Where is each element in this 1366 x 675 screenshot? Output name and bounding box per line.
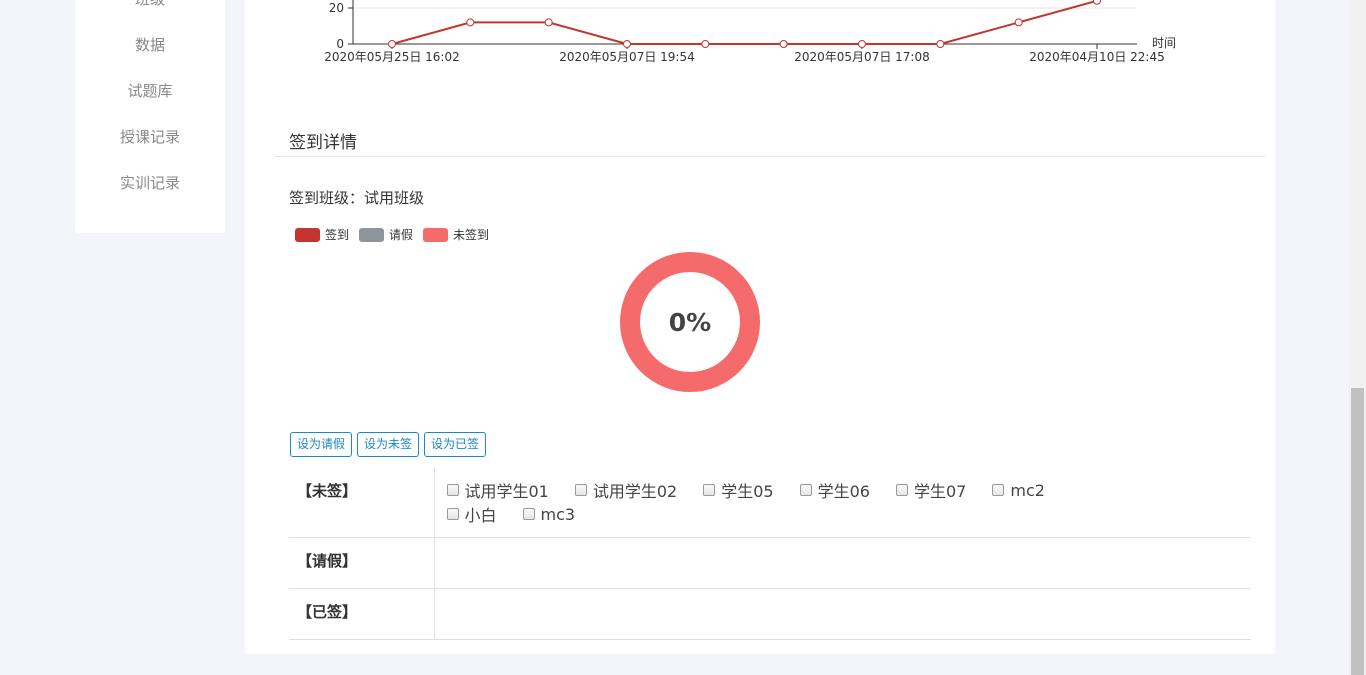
- data-point[interactable]: [936, 40, 945, 48]
- sidebar-item-teaching-records[interactable]: 授课记录: [75, 126, 225, 147]
- section-title: 签到详情: [289, 133, 357, 153]
- checkbox[interactable]: [574, 484, 587, 496]
- legend-item-unsigned[interactable]: 未签到: [423, 226, 489, 243]
- donut-percent: 0%: [669, 308, 711, 337]
- student-checkbox-item[interactable]: 小白: [446, 502, 497, 526]
- student-name: mc2: [1010, 480, 1045, 500]
- group-label-signed: 【已签】: [289, 588, 435, 640]
- section-divider: [275, 156, 1265, 157]
- student-name: 试用学生02: [592, 482, 678, 501]
- student-checkbox-item[interactable]: mc2: [992, 478, 1045, 502]
- attendance-donut: 0%: [620, 252, 760, 392]
- signed-students-cell: [434, 588, 1251, 640]
- class-name: 试用班级: [364, 189, 425, 207]
- legend-label: 未签到: [453, 228, 490, 242]
- x-tick-label: 2020年05月25日 16:02: [324, 50, 459, 64]
- student-checkbox-item[interactable]: 试用学生01: [446, 478, 549, 502]
- y-tick-label: 0: [336, 37, 344, 51]
- student-name: 学生07: [914, 482, 967, 501]
- set-unsigned-button[interactable]: 设为未签: [357, 432, 420, 457]
- checkbox[interactable]: [992, 484, 1005, 496]
- data-point[interactable]: [1014, 18, 1023, 27]
- x-tick-label: 2020年05月07日 19:54: [559, 50, 694, 64]
- y-tick-label: 20: [329, 1, 344, 15]
- checkbox[interactable]: [703, 484, 716, 496]
- student-checkbox-item[interactable]: 学生06: [799, 478, 870, 502]
- table-row-unsigned: 【未签】 试用学生01 试用学生02 学生05 学生06 学生07 mc2 小白 mc3: [289, 468, 1251, 538]
- legend-label: 请假: [389, 228, 414, 242]
- student-name: 小白: [464, 506, 497, 525]
- x-tick-label: 2020年05月07日 17:08: [794, 50, 929, 64]
- set-leave-button[interactable]: 设为请假: [290, 432, 353, 457]
- data-point[interactable]: [857, 40, 866, 48]
- legend-swatch: [359, 227, 385, 242]
- student-name: mc3: [540, 504, 576, 524]
- student-name: 学生05: [721, 482, 774, 501]
- data-point[interactable]: [1092, 0, 1101, 5]
- series-line: [391, 0, 1098, 45]
- set-signed-button[interactable]: 设为已签: [424, 432, 487, 457]
- scrollbar-thumb[interactable]: [1351, 388, 1364, 675]
- sidebar-item-training-records[interactable]: 实训记录: [75, 172, 225, 193]
- group-label-leave: 【请假】: [289, 537, 435, 589]
- student-name: 学生06: [817, 482, 870, 501]
- checkbox[interactable]: [799, 484, 812, 496]
- attendance-table: 【未签】 试用学生01 试用学生02 学生05 学生06 学生07 mc2 小白 mc3 【请…: [289, 468, 1251, 640]
- action-buttons: 设为请假 设为未签 设为已签: [290, 432, 487, 457]
- student-checkbox-item[interactable]: 学生05: [703, 478, 774, 502]
- legend-swatch: [423, 227, 449, 242]
- legend-item-signed[interactable]: 签到: [295, 226, 349, 243]
- table-row-leave: 【请假】: [289, 537, 1251, 589]
- unsigned-students-cell: 试用学生01 试用学生02 学生05 学生06 学生07 mc2 小白 mc3: [434, 468, 1251, 538]
- group-label-unsigned: 【未签】: [289, 468, 435, 538]
- donut-legend: 签到 请假 未签到: [295, 226, 489, 243]
- x-axis-unit: 时间: [1152, 36, 1176, 50]
- leave-students-cell: [434, 537, 1251, 589]
- checkbox[interactable]: [522, 508, 535, 520]
- data-point[interactable]: [622, 40, 631, 48]
- data-point[interactable]: [779, 40, 788, 48]
- student-checkbox-item[interactable]: mc3: [522, 502, 576, 526]
- checkbox[interactable]: [896, 484, 908, 496]
- series-layer: [388, 0, 1101, 48]
- checkbox[interactable]: [446, 508, 459, 520]
- legend-item-leave[interactable]: 请假: [359, 226, 413, 243]
- sidebar-item-question-bank[interactable]: 试题库: [75, 80, 225, 101]
- student-checkbox-item[interactable]: 学生07: [896, 478, 966, 502]
- legend-label: 签到: [325, 228, 350, 242]
- data-point[interactable]: [466, 18, 475, 27]
- class-info: 签到班级：试用班级: [289, 187, 424, 208]
- legend-swatch: [295, 227, 320, 242]
- data-point[interactable]: [544, 18, 553, 27]
- x-tick-label: 2020年04月10日 22:45: [1029, 50, 1164, 64]
- unsigned-students-list: 试用学生01 试用学生02 学生05 学生06 学生07 mc2 小白 mc3: [446, 478, 1147, 526]
- table-row-signed: 【已签】: [289, 588, 1251, 640]
- line-chart: 20 0 时间 2020年05月25日 16:02 2020年05月07日 19…: [324, 0, 1176, 64]
- class-label: 签到班级：: [289, 189, 365, 207]
- data-point[interactable]: [388, 40, 396, 48]
- checkbox[interactable]: [446, 484, 459, 496]
- student-checkbox-item[interactable]: 试用学生02: [574, 478, 678, 502]
- student-name: 试用学生01: [464, 482, 549, 501]
- data-point[interactable]: [701, 40, 710, 48]
